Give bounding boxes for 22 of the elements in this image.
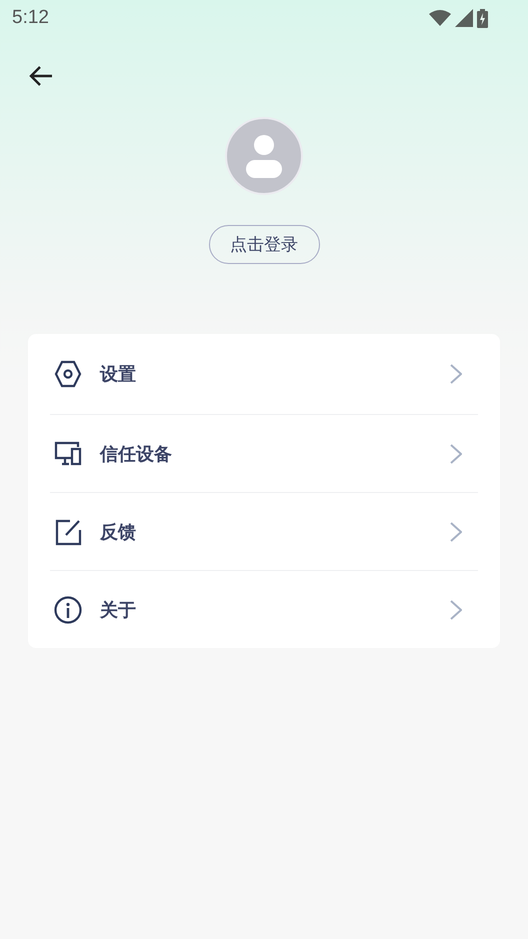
- wifi-icon: [429, 10, 451, 26]
- chevron-icon: [450, 522, 462, 542]
- info-icon: [54, 596, 82, 624]
- settings-icon: [54, 360, 82, 388]
- chevron-icon: [450, 600, 462, 620]
- menu-item[interactable]: 设置: [50, 334, 478, 415]
- devices-icon: [54, 440, 82, 468]
- status-time: 5:12: [12, 7, 49, 29]
- menu-item[interactable]: 信任设备: [50, 415, 478, 493]
- menu-label: 关于: [100, 598, 137, 622]
- edit-icon: [54, 518, 82, 546]
- signal-icon: [455, 9, 473, 27]
- back-arrow-icon[interactable]: [28, 64, 54, 88]
- menu-label: 设置: [100, 363, 137, 386]
- menu-item[interactable]: 关于: [50, 571, 478, 648]
- chevron-icon: [450, 364, 462, 384]
- menu-label: 反馈: [100, 520, 137, 544]
- battery-icon: [477, 8, 488, 28]
- chevron-icon: [450, 444, 462, 464]
- menu-label: 信任设备: [100, 442, 173, 466]
- login-button[interactable]: 点击登录: [208, 225, 320, 264]
- menu-item[interactable]: 反馈: [50, 493, 478, 571]
